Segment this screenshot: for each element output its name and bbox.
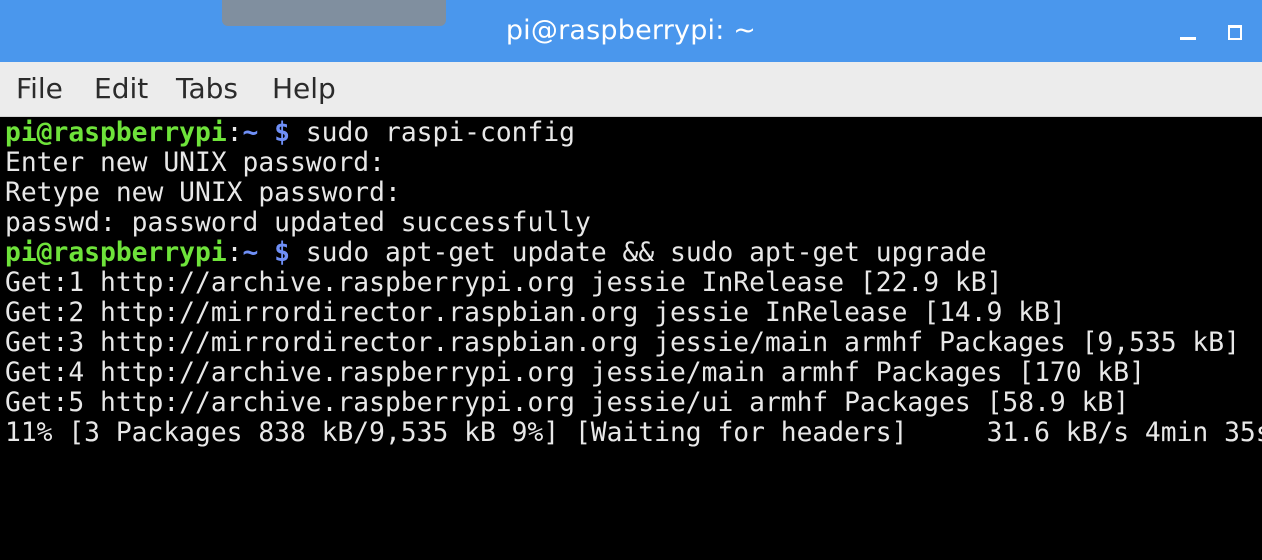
prompt-separator: : (226, 118, 243, 148)
terminal-line-progress: 11% [3 Packages 838 kB/9,535 kB 9%] [Wai… (5, 418, 1262, 448)
terminal-window: pi@raspberrypi: ~ File Edit Tabs Help pi… (0, 0, 1262, 560)
terminal-line-output: Get:5 http://archive.raspberrypi.org jes… (5, 388, 1130, 418)
maximize-icon (1228, 25, 1242, 40)
prompt-path: ~ $ (242, 118, 291, 148)
terminal-line-output: Get:1 http://archive.raspberrypi.org jes… (5, 268, 1003, 298)
menu-file[interactable]: File (16, 70, 63, 108)
prompt-separator: : (226, 238, 243, 268)
terminal-line-prompt: pi@raspberrypi:~ $ sudo raspi-config (5, 118, 575, 148)
terminal-line-output: Get:3 http://mirrordirector.raspbian.org… (5, 328, 1240, 358)
prompt-user-host: pi@raspberrypi (5, 238, 227, 268)
maximize-button[interactable] (1222, 18, 1248, 44)
menu-edit[interactable]: Edit (94, 70, 148, 108)
terminal-line-output: Get:4 http://archive.raspberrypi.org jes… (5, 358, 1145, 388)
terminal-line-prompt: pi@raspberrypi:~ $ sudo apt-get update &… (5, 238, 987, 268)
title-bar[interactable]: pi@raspberrypi: ~ (0, 0, 1262, 62)
menu-bar: File Edit Tabs Help (0, 62, 1262, 117)
terminal-line-output: Get:2 http://mirrordirector.raspbian.org… (5, 298, 1066, 328)
terminal-output[interactable]: pi@raspberrypi:~ $ sudo raspi-config Ent… (0, 117, 1262, 560)
terminal-line-output: Retype new UNIX password: (5, 178, 401, 208)
prompt-path: ~ $ (242, 238, 291, 268)
terminal-line-output: passwd: password updated successfully (5, 208, 591, 238)
command-text: sudo raspi-config (305, 118, 575, 148)
terminal-line-output: Enter new UNIX password: (5, 148, 385, 178)
minimize-button[interactable] (1175, 18, 1201, 44)
menu-help[interactable]: Help (272, 70, 336, 108)
prompt-user-host: pi@raspberrypi (5, 118, 227, 148)
menu-tabs[interactable]: Tabs (176, 70, 238, 108)
minimize-icon (1180, 37, 1196, 40)
command-text: sudo apt-get update && sudo apt-get upgr… (305, 238, 987, 268)
window-title: pi@raspberrypi: ~ (505, 15, 757, 46)
